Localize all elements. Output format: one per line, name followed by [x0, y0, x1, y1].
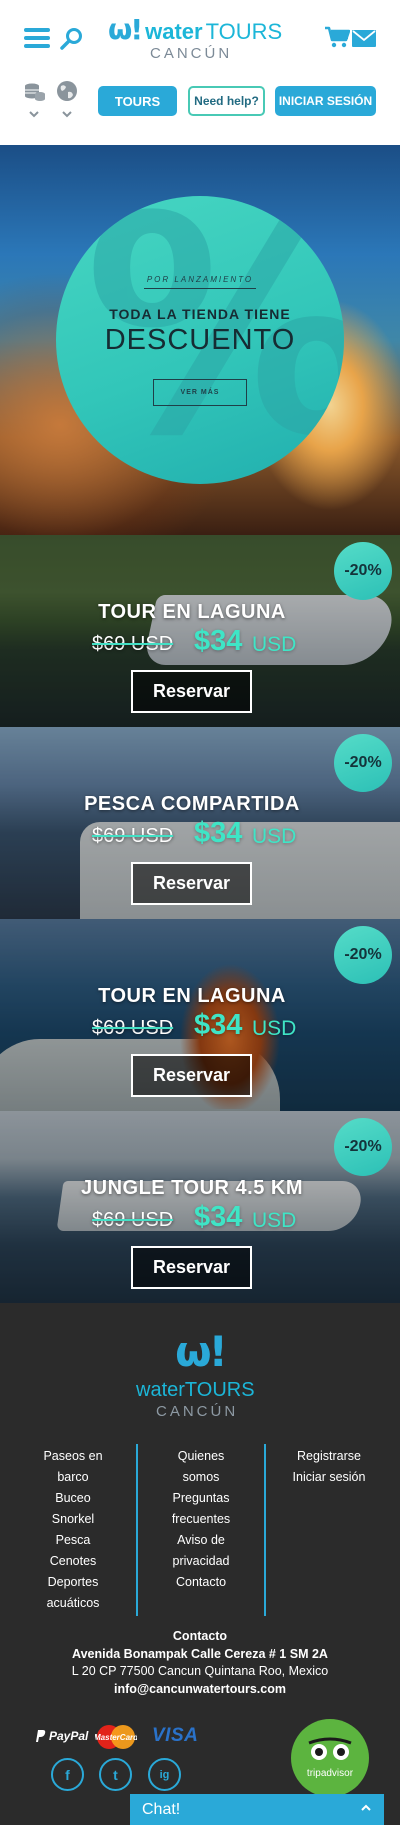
logo-city: CANCÚN [150, 45, 233, 62]
sale-currency: USD [252, 1017, 297, 1040]
need-help-button[interactable]: Need help? [188, 86, 265, 116]
menu-icon[interactable] [24, 28, 50, 48]
promo-subtitle: DESCUENTO [104, 324, 296, 356]
tour-card: -20% JUNGLE TOUR 4.5 KM $69 USD $34 USD … [0, 1111, 400, 1303]
mail-icon[interactable] [352, 30, 376, 47]
price-row: $69 USD $34 USD [0, 1009, 400, 1049]
footer-divider [136, 1444, 138, 1616]
contact-address-line2: L 20 CP 77500 Cancun Quintana Roo, Mexic… [71, 1664, 329, 1678]
site-footer: ω! waterTOURS CANCÚN Paseos en barco Buce… [0, 1303, 400, 1825]
tripadvisor-badge[interactable]: tripadvisor [291, 1719, 369, 1797]
footer-link-faq[interactable]: Preguntas frecuentes [150, 1488, 252, 1530]
old-price: $69 USD [92, 633, 174, 655]
chevron-up-icon[interactable] [360, 1804, 372, 1812]
chevron-down-icon[interactable] [28, 110, 40, 118]
promo-divider [144, 288, 256, 289]
twitter-icon[interactable]: t [99, 1758, 132, 1791]
footer-link-water-sports[interactable]: Deportes acuáticos [22, 1572, 124, 1614]
hero-banner: % POR LANZAMIENTO TODA LA TIENDA TIENE D… [0, 145, 400, 535]
see-more-button[interactable]: VER MÁS [153, 379, 247, 406]
login-button[interactable]: INICIAR SESIÓN [275, 86, 376, 116]
tour-name: PESCA COMPARTIDA [84, 793, 300, 815]
paypal-logo: PayPal [34, 1724, 88, 1748]
price-row: $69 USD $34 USD [0, 817, 400, 857]
logo-mark-icon: ω! [108, 13, 143, 46]
facebook-icon[interactable]: f [51, 1758, 84, 1791]
footer-link-diving[interactable]: Buceo [22, 1488, 124, 1509]
tour-name: TOUR EN LAGUNA [98, 985, 286, 1007]
contact-email[interactable]: info@cancunwatertours.com [0, 1681, 400, 1699]
mastercard-logo: MasterCard [95, 1724, 137, 1750]
footer-link-login[interactable]: Iniciar sesión [278, 1467, 380, 1488]
old-price: $69 USD [92, 1017, 174, 1039]
contact-address-line1: Avenida Bonampak Calle Cereza # 1 SM 2A [72, 1646, 328, 1661]
footer-links-company: Quienes somos Preguntas frecuentes Aviso d… [150, 1446, 252, 1593]
tours-button[interactable]: TOURS [98, 86, 177, 116]
logo-word-water: water [145, 19, 203, 44]
promo-kicker: POR LANZAMIENTO [146, 275, 254, 284]
footer-link-fishing[interactable]: Pesca [22, 1530, 124, 1551]
coins-icon[interactable] [24, 82, 46, 102]
globe-icon[interactable] [56, 80, 78, 102]
site-header: ω! water TOURS CANCÚN TOURS Need help? I… [0, 0, 400, 145]
tripadvisor-label: tripadvisor [307, 1768, 354, 1779]
reserve-button[interactable]: Reservar [131, 862, 252, 905]
footer-link-contact[interactable]: Contacto [150, 1572, 252, 1593]
sale-price: $34 [194, 817, 243, 849]
footer-link-boat-rides[interactable]: Paseos en barco [22, 1446, 124, 1488]
tour-card: -20% TOUR EN LAGUNA $69 USD $34 USD Rese… [0, 919, 400, 1111]
price-row: $69 USD $34 USD [0, 1201, 400, 1241]
promo-title: TODA LA TIENDA TIENE [109, 306, 291, 322]
footer-link-privacy[interactable]: Aviso de privacidad [150, 1530, 252, 1572]
sale-currency: USD [252, 1209, 297, 1232]
sale-price: $34 [194, 1009, 243, 1041]
contact-heading: Contacto [172, 1629, 228, 1643]
instagram-icon[interactable]: ig [148, 1758, 181, 1791]
tour-name: JUNGLE TOUR 4.5 KM [81, 1177, 303, 1199]
logo-word-tours: TOURS [205, 19, 283, 44]
site-logo[interactable]: ω! water TOURS CANCÚN [108, 12, 282, 64]
discount-badge: -20% [334, 734, 392, 792]
reserve-button[interactable]: Reservar [131, 1246, 252, 1289]
cart-icon[interactable] [324, 26, 350, 48]
chevron-down-icon[interactable] [61, 110, 73, 118]
logo-word-tours: TOURS [184, 1379, 255, 1401]
reserve-button[interactable]: Reservar [131, 1054, 252, 1097]
tour-card: -20% TOUR EN LAGUNA $69 USD $34 USD Rese… [0, 535, 400, 727]
logo-city: CANCÚN [156, 1403, 239, 1420]
tour-card: -20% PESCA COMPARTIDA $69 USD $34 USD Re… [0, 727, 400, 919]
visa-logo: VISA [152, 1725, 199, 1746]
sale-currency: USD [252, 633, 297, 656]
footer-links-services: Paseos en barco Buceo Snorkel Pesca Cenot… [22, 1446, 124, 1614]
discount-badge: -20% [334, 1118, 392, 1176]
footer-links-account: Registrarse Iniciar sesión [278, 1446, 380, 1488]
chat-label: Chat! [142, 1800, 181, 1818]
price-row: $69 USD $34 USD [0, 625, 400, 665]
discount-badge: -20% [334, 542, 392, 600]
sale-currency: USD [252, 825, 297, 848]
logo-word-water: water [136, 1379, 185, 1401]
paypal-icon [36, 1730, 46, 1742]
footer-logo[interactable]: ω! waterTOURS CANCÚN [130, 1327, 270, 1427]
footer-link-cenotes[interactable]: Cenotes [22, 1551, 124, 1572]
promo-circle: % POR LANZAMIENTO TODA LA TIENDA TIENE D… [56, 196, 344, 484]
footer-link-about[interactable]: Quienes somos [150, 1446, 252, 1488]
footer-link-register[interactable]: Registrarse [278, 1446, 380, 1467]
footer-divider [264, 1444, 266, 1616]
sale-price: $34 [194, 1201, 243, 1233]
old-price: $69 USD [92, 825, 174, 847]
old-price: $69 USD [92, 1209, 174, 1231]
logo-mark-icon: ω! [175, 1327, 228, 1376]
search-icon[interactable] [60, 27, 84, 51]
footer-link-snorkel[interactable]: Snorkel [22, 1509, 124, 1530]
contact-block: Contacto Avenida Bonampak Calle Cereza #… [0, 1628, 400, 1698]
tour-name: TOUR EN LAGUNA [98, 601, 286, 623]
sale-price: $34 [194, 625, 243, 657]
chat-widget[interactable]: Chat! [130, 1794, 384, 1825]
mastercard-label: MasterCard [95, 1733, 137, 1742]
reserve-button[interactable]: Reservar [131, 670, 252, 713]
discount-badge: -20% [334, 926, 392, 984]
